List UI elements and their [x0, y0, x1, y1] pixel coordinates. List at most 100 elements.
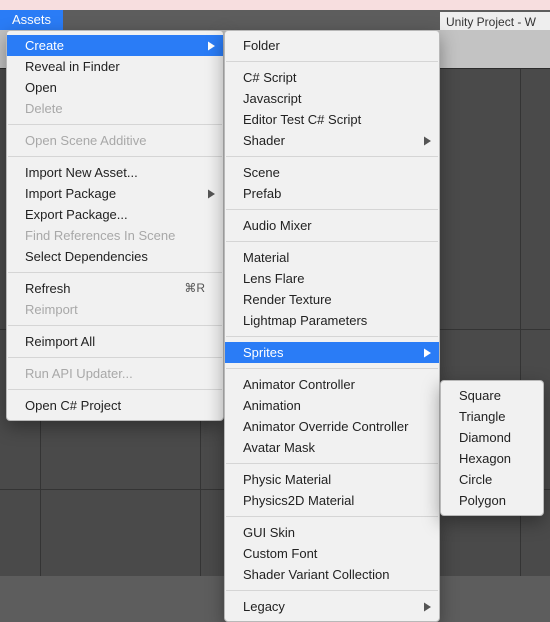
- menu-item-label: Sprites: [243, 344, 283, 361]
- menu-item-render-texture[interactable]: Render Texture: [225, 289, 439, 310]
- menu-item-label: Open Scene Additive: [25, 132, 146, 149]
- menu-item-sprites[interactable]: Sprites: [225, 342, 439, 363]
- menu-item-import-package[interactable]: Import Package: [7, 183, 223, 204]
- menu-item-animator-controller[interactable]: Animator Controller: [225, 374, 439, 395]
- menu-separator: [8, 357, 222, 358]
- menu-item-label: Lens Flare: [243, 270, 304, 287]
- menu-item-label: Physics2D Material: [243, 492, 354, 509]
- menu-item-sprite-hexagon[interactable]: Hexagon: [441, 448, 543, 469]
- window-chrome-top: [0, 0, 550, 10]
- menu-item-physic-material[interactable]: Physic Material: [225, 469, 439, 490]
- menu-item-animator-override[interactable]: Animator Override Controller: [225, 416, 439, 437]
- menu-separator: [8, 272, 222, 273]
- menu-item-label: Find References In Scene: [25, 227, 175, 244]
- menubar-assets[interactable]: Assets: [0, 10, 63, 30]
- menu-item-label: Create: [25, 37, 64, 54]
- menu-item-sprite-square[interactable]: Square: [441, 385, 543, 406]
- menu-item-label: Lightmap Parameters: [243, 312, 367, 329]
- menu-separator: [8, 389, 222, 390]
- menu-item-label: Import New Asset...: [25, 164, 138, 181]
- menu-item-label: Diamond: [459, 429, 511, 446]
- menu-item-label: Import Package: [25, 185, 116, 202]
- menu-item-label: Reimport: [25, 301, 78, 318]
- menu-separator: [226, 209, 438, 210]
- menu-item-find-references: Find References In Scene: [7, 225, 223, 246]
- menu-item-physics2d-material[interactable]: Physics2D Material: [225, 490, 439, 511]
- menu-create: Folder C# Script Javascript Editor Test …: [224, 30, 440, 622]
- menu-item-import-new-asset[interactable]: Import New Asset...: [7, 162, 223, 183]
- menu-item-editor-test-script[interactable]: Editor Test C# Script: [225, 109, 439, 130]
- menu-item-label: Run API Updater...: [25, 365, 133, 382]
- menu-item-open[interactable]: Open: [7, 77, 223, 98]
- menu-item-material[interactable]: Material: [225, 247, 439, 268]
- menu-item-open-csharp-project[interactable]: Open C# Project: [7, 395, 223, 416]
- menu-item-scene[interactable]: Scene: [225, 162, 439, 183]
- menu-item-label: Reveal in Finder: [25, 58, 120, 75]
- menu-item-legacy[interactable]: Legacy: [225, 596, 439, 617]
- menu-item-label: Triangle: [459, 408, 505, 425]
- menu-item-lens-flare[interactable]: Lens Flare: [225, 268, 439, 289]
- menu-item-reimport-all[interactable]: Reimport All: [7, 331, 223, 352]
- menu-item-lightmap-parameters[interactable]: Lightmap Parameters: [225, 310, 439, 331]
- menu-item-label: Reimport All: [25, 333, 95, 350]
- menu-item-label: Physic Material: [243, 471, 331, 488]
- menu-item-label: Shader Variant Collection: [243, 566, 389, 583]
- menu-item-csharp-script[interactable]: C# Script: [225, 67, 439, 88]
- menu-item-label: GUI Skin: [243, 524, 295, 541]
- menu-item-label: Javascript: [243, 90, 302, 107]
- menu-item-open-scene-additive: Open Scene Additive: [7, 130, 223, 151]
- menu-item-run-api-updater: Run API Updater...: [7, 363, 223, 384]
- menu-item-shader[interactable]: Shader: [225, 130, 439, 151]
- menu-separator: [8, 325, 222, 326]
- menu-item-prefab[interactable]: Prefab: [225, 183, 439, 204]
- menu-item-label: Shader: [243, 132, 285, 149]
- menu-item-reveal-in-finder[interactable]: Reveal in Finder: [7, 56, 223, 77]
- menu-item-label: Legacy: [243, 598, 285, 615]
- menu-item-label: Editor Test C# Script: [243, 111, 361, 128]
- menu-separator: [226, 368, 438, 369]
- menu-item-select-dependencies[interactable]: Select Dependencies: [7, 246, 223, 267]
- menu-separator: [226, 61, 438, 62]
- menu-item-label: Refresh: [25, 280, 71, 297]
- menu-item-label: Delete: [25, 100, 63, 117]
- submenu-arrow-icon: [424, 132, 431, 149]
- menu-item-sprite-circle[interactable]: Circle: [441, 469, 543, 490]
- menu-item-export-package[interactable]: Export Package...: [7, 204, 223, 225]
- menu-item-label: Polygon: [459, 492, 506, 509]
- menu-sprites: Square Triangle Diamond Hexagon Circle P…: [440, 380, 544, 516]
- submenu-arrow-icon: [424, 344, 431, 361]
- menu-separator: [226, 241, 438, 242]
- menu-item-refresh[interactable]: Refresh ⌘R: [7, 278, 223, 299]
- menu-item-audio-mixer[interactable]: Audio Mixer: [225, 215, 439, 236]
- menu-item-sprite-triangle[interactable]: Triangle: [441, 406, 543, 427]
- menu-item-label: Open C# Project: [25, 397, 121, 414]
- menu-separator: [226, 590, 438, 591]
- menu-item-label: Audio Mixer: [243, 217, 312, 234]
- menu-item-shortcut: ⌘R: [160, 280, 205, 297]
- submenu-arrow-icon: [208, 185, 215, 202]
- menu-item-animation[interactable]: Animation: [225, 395, 439, 416]
- menu-assets: Create Reveal in Finder Open Delete Open…: [6, 30, 224, 421]
- menu-item-label: Prefab: [243, 185, 281, 202]
- menu-item-label: Open: [25, 79, 57, 96]
- menu-item-shader-variant[interactable]: Shader Variant Collection: [225, 564, 439, 585]
- menu-item-custom-font[interactable]: Custom Font: [225, 543, 439, 564]
- menu-item-sprite-polygon[interactable]: Polygon: [441, 490, 543, 511]
- menu-separator: [226, 516, 438, 517]
- menu-item-javascript[interactable]: Javascript: [225, 88, 439, 109]
- menu-item-label: Circle: [459, 471, 492, 488]
- submenu-arrow-icon: [424, 598, 431, 615]
- menu-item-label: Export Package...: [25, 206, 128, 223]
- menu-item-label: Scene: [243, 164, 280, 181]
- menu-item-create[interactable]: Create: [7, 35, 223, 56]
- menu-item-label: Render Texture: [243, 291, 332, 308]
- menu-item-avatar-mask[interactable]: Avatar Mask: [225, 437, 439, 458]
- menu-separator: [226, 336, 438, 337]
- menu-separator: [8, 124, 222, 125]
- menu-item-folder[interactable]: Folder: [225, 35, 439, 56]
- menu-item-label: Folder: [243, 37, 280, 54]
- menu-item-sprite-diamond[interactable]: Diamond: [441, 427, 543, 448]
- menu-item-label: Avatar Mask: [243, 439, 315, 456]
- submenu-arrow-icon: [208, 37, 215, 54]
- menu-item-gui-skin[interactable]: GUI Skin: [225, 522, 439, 543]
